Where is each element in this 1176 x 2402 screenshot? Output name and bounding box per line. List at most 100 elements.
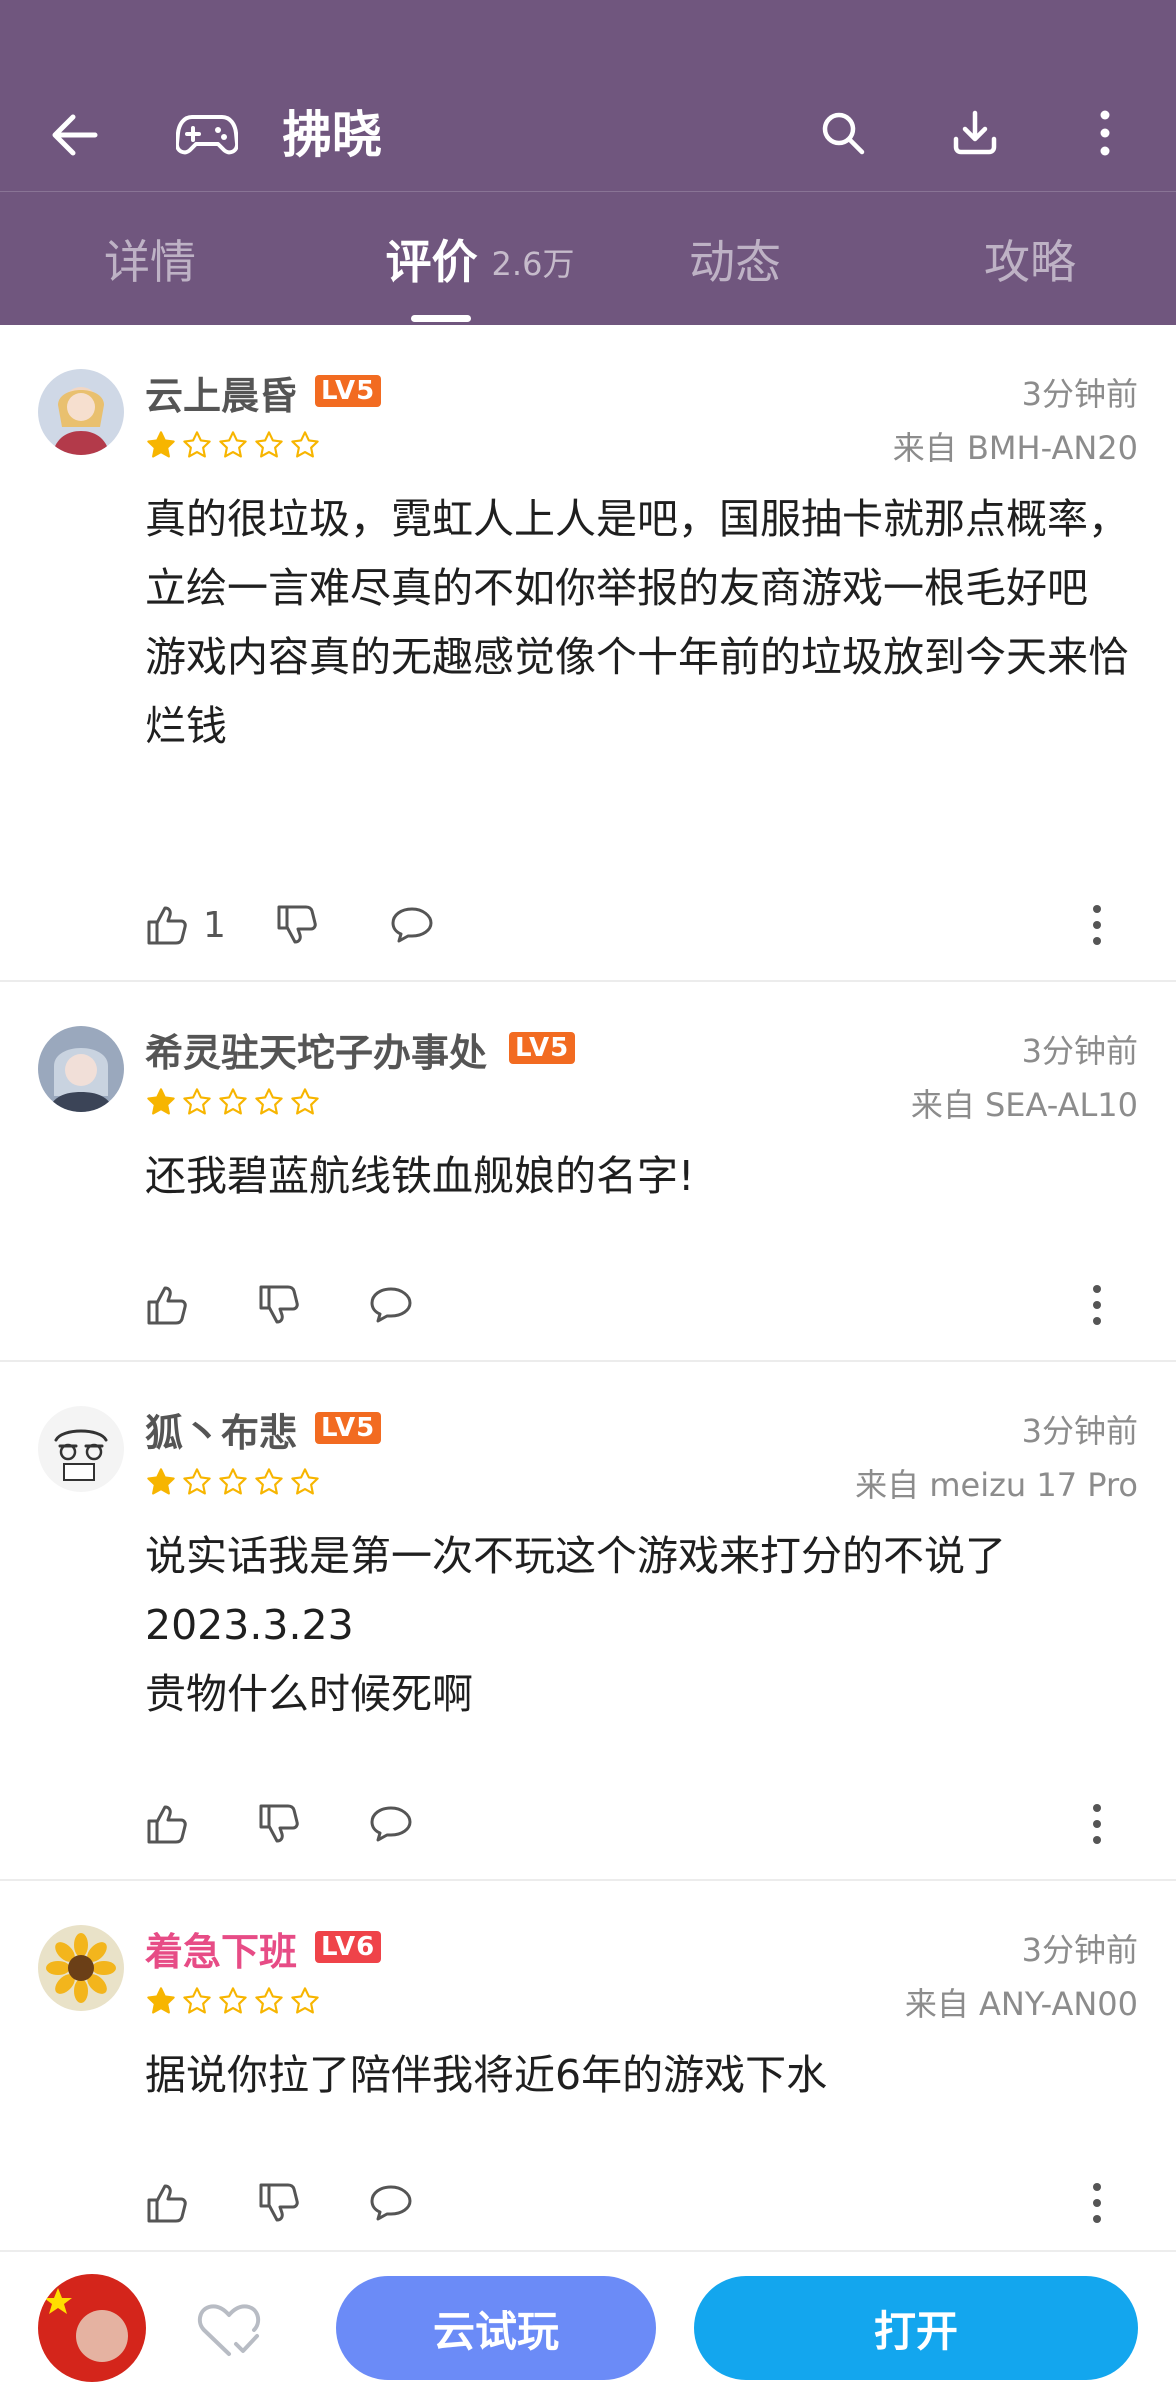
dislike-button[interactable]: [257, 1275, 301, 1335]
star-icon: [219, 1987, 247, 2014]
device-info: 来自 SEA-AL10: [910, 1086, 1138, 1124]
review-paragraph: 贵物什么时候死啊: [145, 1670, 473, 1718]
device-info: 来自 BMH-AN20: [892, 429, 1138, 467]
level-badge: LV5: [315, 1412, 382, 1444]
star-icon: [255, 1088, 283, 1115]
app-header: 拂晓: [0, 0, 1176, 192]
review-list: 云上晨昏 LV5 3分钟前 来自 BMH-AN20 真的很垃圾，霓虹人上人是吧，…: [0, 325, 1176, 2261]
cloud-play-button[interactable]: 云试玩: [336, 2276, 656, 2380]
star-icon: [147, 431, 175, 458]
star-icon: [291, 431, 319, 458]
post-time: 3分钟前: [1021, 375, 1138, 413]
review-text: 还我碧蓝航线铁血舰娘的名字!: [145, 1142, 1135, 1211]
tab-label: 动态: [689, 234, 781, 289]
tab-details[interactable]: 详情: [40, 192, 260, 325]
thumbs-up-icon: [147, 1805, 187, 1844]
star-icon: [147, 1987, 175, 2014]
search-button[interactable]: [808, 98, 878, 168]
review-more-button[interactable]: [1087, 895, 1107, 955]
app-title: 拂晓: [282, 106, 382, 164]
post-time: 3分钟前: [1021, 1931, 1138, 1969]
arrow-left-icon: [52, 114, 98, 156]
avatar[interactable]: [38, 369, 124, 455]
review-text: 真的很垃圾，霓虹人上人是吧，国服抽卡就那点概率，立绘一言难尽真的不如你举报的友商…: [145, 485, 1135, 761]
username[interactable]: 狐丶布悲: [145, 1402, 297, 1457]
my-avatar[interactable]: [38, 2274, 146, 2382]
like-button[interactable]: [145, 1275, 189, 1335]
username[interactable]: 希灵驻天坨子办事处: [145, 1022, 487, 1077]
download-button[interactable]: [940, 98, 1010, 168]
comment-icon: [370, 1287, 412, 1323]
post-time: 3分钟前: [1021, 1412, 1138, 1450]
level-badge: LV6: [315, 1931, 382, 1963]
tab-reviews[interactable]: 评价 2.6万: [330, 192, 630, 325]
back-button[interactable]: [40, 100, 110, 170]
comment-button[interactable]: [369, 2173, 413, 2233]
bottom-action-bar: 云试玩 打开: [0, 2250, 1176, 2402]
dislike-button[interactable]: [257, 2173, 301, 2233]
avatar[interactable]: [38, 1026, 124, 1112]
star-icon: [291, 1088, 319, 1115]
review-paragraph: 据说你拉了陪伴我将近6年的游戏下水: [145, 2051, 828, 2099]
thumbs-up-icon: [147, 906, 187, 945]
comment-icon: [370, 2185, 412, 2221]
review-more-button[interactable]: [1087, 1794, 1107, 1854]
review-paragraph: 2023.3.23: [145, 1601, 354, 1649]
like-button[interactable]: 1: [145, 895, 226, 955]
tab-guides[interactable]: 攻略: [920, 192, 1140, 325]
comment-button[interactable]: [390, 895, 434, 955]
star-icon: [183, 1987, 211, 2014]
review-more-button[interactable]: [1087, 2173, 1107, 2233]
star-icon: [183, 431, 211, 458]
review-paragraph: 还我碧蓝航线铁血舰娘的名字!: [145, 1152, 695, 1200]
star-icon: [291, 1987, 319, 2014]
username[interactable]: 着急下班: [145, 1921, 297, 1976]
tab-label: 详情: [104, 234, 196, 289]
star-rating: [145, 1466, 321, 1498]
review-more-button[interactable]: [1087, 1275, 1107, 1335]
avatar[interactable]: [38, 1925, 124, 2011]
more-button[interactable]: [1070, 98, 1140, 168]
tab-activity[interactable]: 动态: [625, 192, 845, 325]
review-item: 云上晨昏 LV5 3分钟前 来自 BMH-AN20 真的很垃圾，霓虹人上人是吧，…: [0, 325, 1176, 982]
level-badge: LV5: [509, 1032, 576, 1064]
like-button[interactable]: [145, 1794, 189, 1854]
review-item: 希灵驻天坨子办事处 LV5 3分钟前 来自 SEA-AL10 还我碧蓝航线铁血舰…: [0, 982, 1176, 1362]
download-icon: [953, 110, 997, 155]
favorite-button[interactable]: [196, 2300, 262, 2360]
thumbs-up-icon: [147, 1286, 187, 1325]
review-paragraph: 游戏内容真的无趣感觉像个十年前的垃圾放到今天来恰烂钱: [145, 633, 1129, 750]
review-item: 着急下班 LV6 3分钟前 来自 ANY-AN00 据说你拉了陪伴我将近6年的游…: [0, 1881, 1176, 2261]
star-icon: [219, 1088, 247, 1115]
thumbs-down-icon: [259, 1285, 299, 1324]
star-icon: [255, 1987, 283, 2014]
like-button[interactable]: [145, 2173, 189, 2233]
username[interactable]: 云上晨昏: [145, 365, 297, 420]
star-icon: [291, 1468, 319, 1495]
review-actions: [145, 2173, 1145, 2233]
tab-bar: 详情 评价 2.6万 动态 攻略: [0, 192, 1176, 325]
comment-icon: [391, 907, 433, 943]
dislike-button[interactable]: [257, 1794, 301, 1854]
tab-label: 攻略: [984, 234, 1076, 289]
star-icon: [219, 431, 247, 458]
like-count: 1: [203, 904, 226, 946]
open-button[interactable]: 打开: [694, 2276, 1138, 2380]
dislike-button[interactable]: [275, 895, 319, 955]
more-vertical-icon: [1100, 110, 1110, 156]
comment-button[interactable]: [369, 1275, 413, 1335]
review-actions: 1: [145, 895, 1145, 955]
review-item: 狐丶布悲 LV5 3分钟前 来自 meizu 17 Pro 说实话我是第一次不玩…: [0, 1362, 1176, 1881]
star-rating: [145, 1086, 321, 1118]
comment-icon: [370, 1806, 412, 1842]
heart-check-icon: [197, 2304, 261, 2356]
avatar[interactable]: [38, 1406, 124, 1492]
review-actions: [145, 1794, 1145, 1854]
star-icon: [183, 1468, 211, 1495]
device-info: 来自 meizu 17 Pro: [855, 1466, 1138, 1504]
comment-button[interactable]: [369, 1794, 413, 1854]
star-icon: [255, 431, 283, 458]
review-paragraph: 真的很垃圾，霓虹人上人是吧，国服抽卡就那点概率，立绘一言难尽真的不如你举报的友商…: [145, 495, 1129, 612]
star-rating: [145, 429, 321, 461]
star-icon: [219, 1468, 247, 1495]
